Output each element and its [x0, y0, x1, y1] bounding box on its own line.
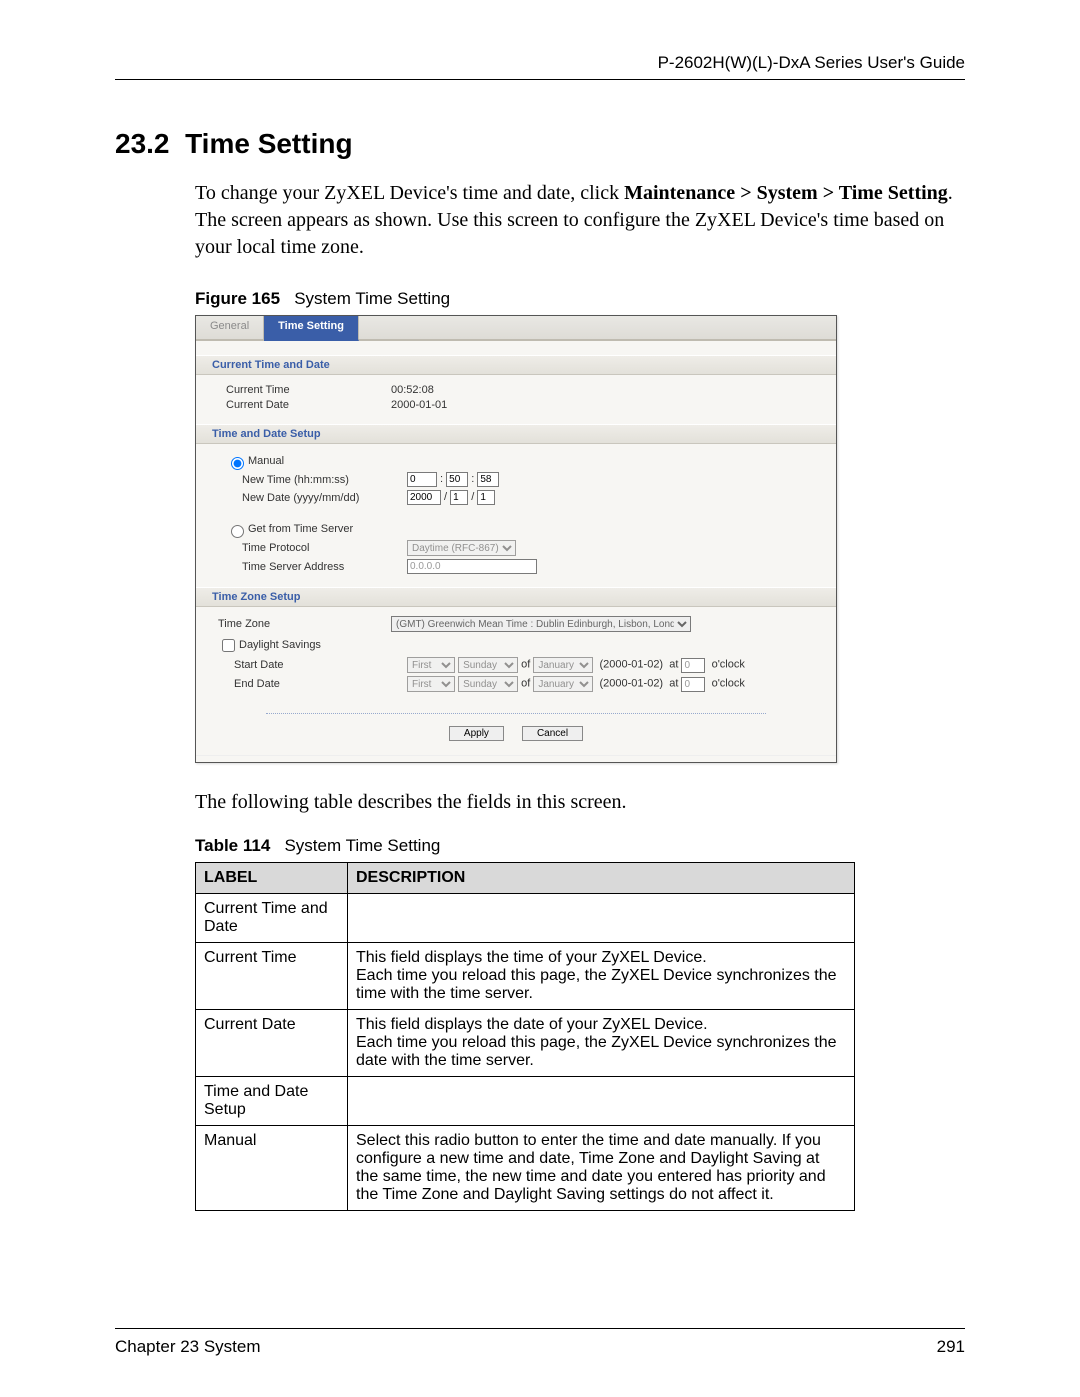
input-new-time-hh[interactable]: [407, 472, 437, 487]
footer-chapter: Chapter 23 System: [115, 1337, 261, 1357]
select-end-day[interactable]: Sunday: [458, 676, 518, 692]
label-current-date: Current Date: [226, 399, 391, 411]
tab-general[interactable]: General: [196, 316, 264, 339]
figure-label: Figure 165: [195, 289, 280, 308]
intro-pre: To change your ZyXEL Device's time and d…: [195, 182, 624, 204]
header-rule: [115, 79, 965, 80]
value-current-time: 00:52:08: [391, 384, 434, 396]
band-current-time-date: Current Time and Date: [196, 355, 836, 375]
section-title: Time Setting: [185, 128, 353, 159]
select-end-ordinal[interactable]: First: [407, 676, 455, 692]
cell-desc-line: This field displays the time of your ZyX…: [356, 949, 846, 967]
footer-rule: [115, 1328, 965, 1329]
section-heading: 23.2 Time Setting: [115, 128, 965, 160]
select-start-ordinal[interactable]: First: [407, 657, 455, 673]
radio-time-server[interactable]: [231, 525, 244, 538]
table-row: Current Time This field displays the tim…: [196, 943, 855, 1010]
table-intro-paragraph: The following table describes the fields…: [195, 791, 965, 814]
label-new-date: New Date (yyyy/mm/dd): [226, 492, 407, 504]
label-time-protocol: Time Protocol: [226, 542, 407, 554]
cell-desc-line: This field displays the date of your ZyX…: [356, 1016, 846, 1034]
cell-desc: [348, 1077, 855, 1126]
label-of-start: of: [521, 659, 530, 671]
label-end-date: End Date: [218, 678, 407, 690]
label-new-time: New Time (hh:mm:ss): [226, 474, 407, 486]
table-row: Current Date This field displays the dat…: [196, 1010, 855, 1077]
cell-desc: [348, 894, 855, 943]
table-caption: Table 114 System Time Setting: [195, 836, 965, 856]
time-setting-screenshot: General Time Setting Current Time and Da…: [195, 315, 837, 763]
checkbox-daylight-savings[interactable]: [222, 639, 235, 652]
cell-label: Time and Date Setup: [196, 1077, 348, 1126]
label-oclock-end: o'clock: [712, 678, 745, 690]
label-daylight-savings: Daylight Savings: [239, 639, 321, 651]
band-time-date-setup: Time and Date Setup: [196, 424, 836, 444]
label-at-start: at: [669, 659, 678, 671]
radio-manual[interactable]: [231, 457, 244, 470]
cancel-button[interactable]: Cancel: [522, 726, 583, 741]
section-number: 23.2: [115, 128, 170, 159]
label-current-time: Current Time: [226, 384, 391, 396]
label-manual: Manual: [248, 455, 284, 467]
figure-title: System Time Setting: [294, 289, 450, 308]
table-row: Time and Date Setup: [196, 1077, 855, 1126]
table-row: Current Time and Date: [196, 894, 855, 943]
input-new-time-mm[interactable]: [446, 472, 468, 487]
footer-page-number: 291: [937, 1337, 965, 1357]
cell-desc-line: Each time you reload this page, the ZyXE…: [356, 967, 846, 1003]
label-get-from-server: Get from Time Server: [248, 523, 353, 535]
label-time-zone: Time Zone: [218, 618, 391, 630]
select-time-zone[interactable]: (GMT) Greenwich Mean Time : Dublin Edinb…: [391, 616, 691, 632]
cell-desc-line: Each time you reload this page, the ZyXE…: [356, 1034, 846, 1070]
label-oclock-start: o'clock: [712, 659, 745, 671]
field-description-table: LABEL DESCRIPTION Current Time and Date …: [195, 862, 855, 1211]
table-label: Table 114: [195, 836, 270, 855]
label-start-date: Start Date: [218, 659, 407, 671]
input-end-hour[interactable]: [681, 677, 705, 692]
th-label: LABEL: [196, 863, 348, 894]
select-time-protocol[interactable]: Daytime (RFC-867): [407, 540, 516, 556]
select-end-month[interactable]: January: [533, 676, 593, 692]
input-new-time-ss[interactable]: [477, 472, 499, 487]
band-time-zone-setup: Time Zone Setup: [196, 587, 836, 607]
tab-bar: General Time Setting: [196, 316, 836, 341]
input-time-server-address[interactable]: [407, 559, 537, 574]
label-at-end: at: [669, 678, 678, 690]
header-guide-title: P-2602H(W)(L)-DxA Series User's Guide: [115, 53, 965, 73]
input-new-date-dd[interactable]: [477, 490, 495, 505]
cell-desc: Select this radio button to enter the ti…: [348, 1126, 855, 1211]
tab-time-setting[interactable]: Time Setting: [264, 316, 359, 341]
apply-button[interactable]: Apply: [449, 726, 504, 741]
input-new-date-yyyy[interactable]: [407, 490, 441, 505]
select-start-day[interactable]: Sunday: [458, 657, 518, 673]
select-start-month[interactable]: January: [533, 657, 593, 673]
value-start-dst-date: (2000-01-02): [600, 659, 664, 671]
cell-label: Current Time and Date: [196, 894, 348, 943]
label-of-end: of: [521, 678, 530, 690]
cell-label: Current Date: [196, 1010, 348, 1077]
value-current-date: 2000-01-01: [391, 399, 447, 411]
separator-dots: [266, 713, 766, 714]
th-description: DESCRIPTION: [348, 863, 855, 894]
cell-desc: This field displays the date of your ZyX…: [348, 1010, 855, 1077]
value-end-dst-date: (2000-01-02): [600, 678, 664, 690]
intro-bold-path: Maintenance > System > Time Setting: [624, 182, 948, 204]
cell-label: Current Time: [196, 943, 348, 1010]
table-title: System Time Setting: [284, 836, 440, 855]
input-start-hour[interactable]: [681, 658, 705, 673]
table-row: Manual Select this radio button to enter…: [196, 1126, 855, 1211]
cell-desc: This field displays the time of your ZyX…: [348, 943, 855, 1010]
cell-label: Manual: [196, 1126, 348, 1211]
input-new-date-mm[interactable]: [450, 490, 468, 505]
label-time-server-address: Time Server Address: [226, 561, 407, 573]
figure-caption: Figure 165 System Time Setting: [195, 289, 965, 309]
intro-paragraph: To change your ZyXEL Device's time and d…: [195, 180, 965, 261]
